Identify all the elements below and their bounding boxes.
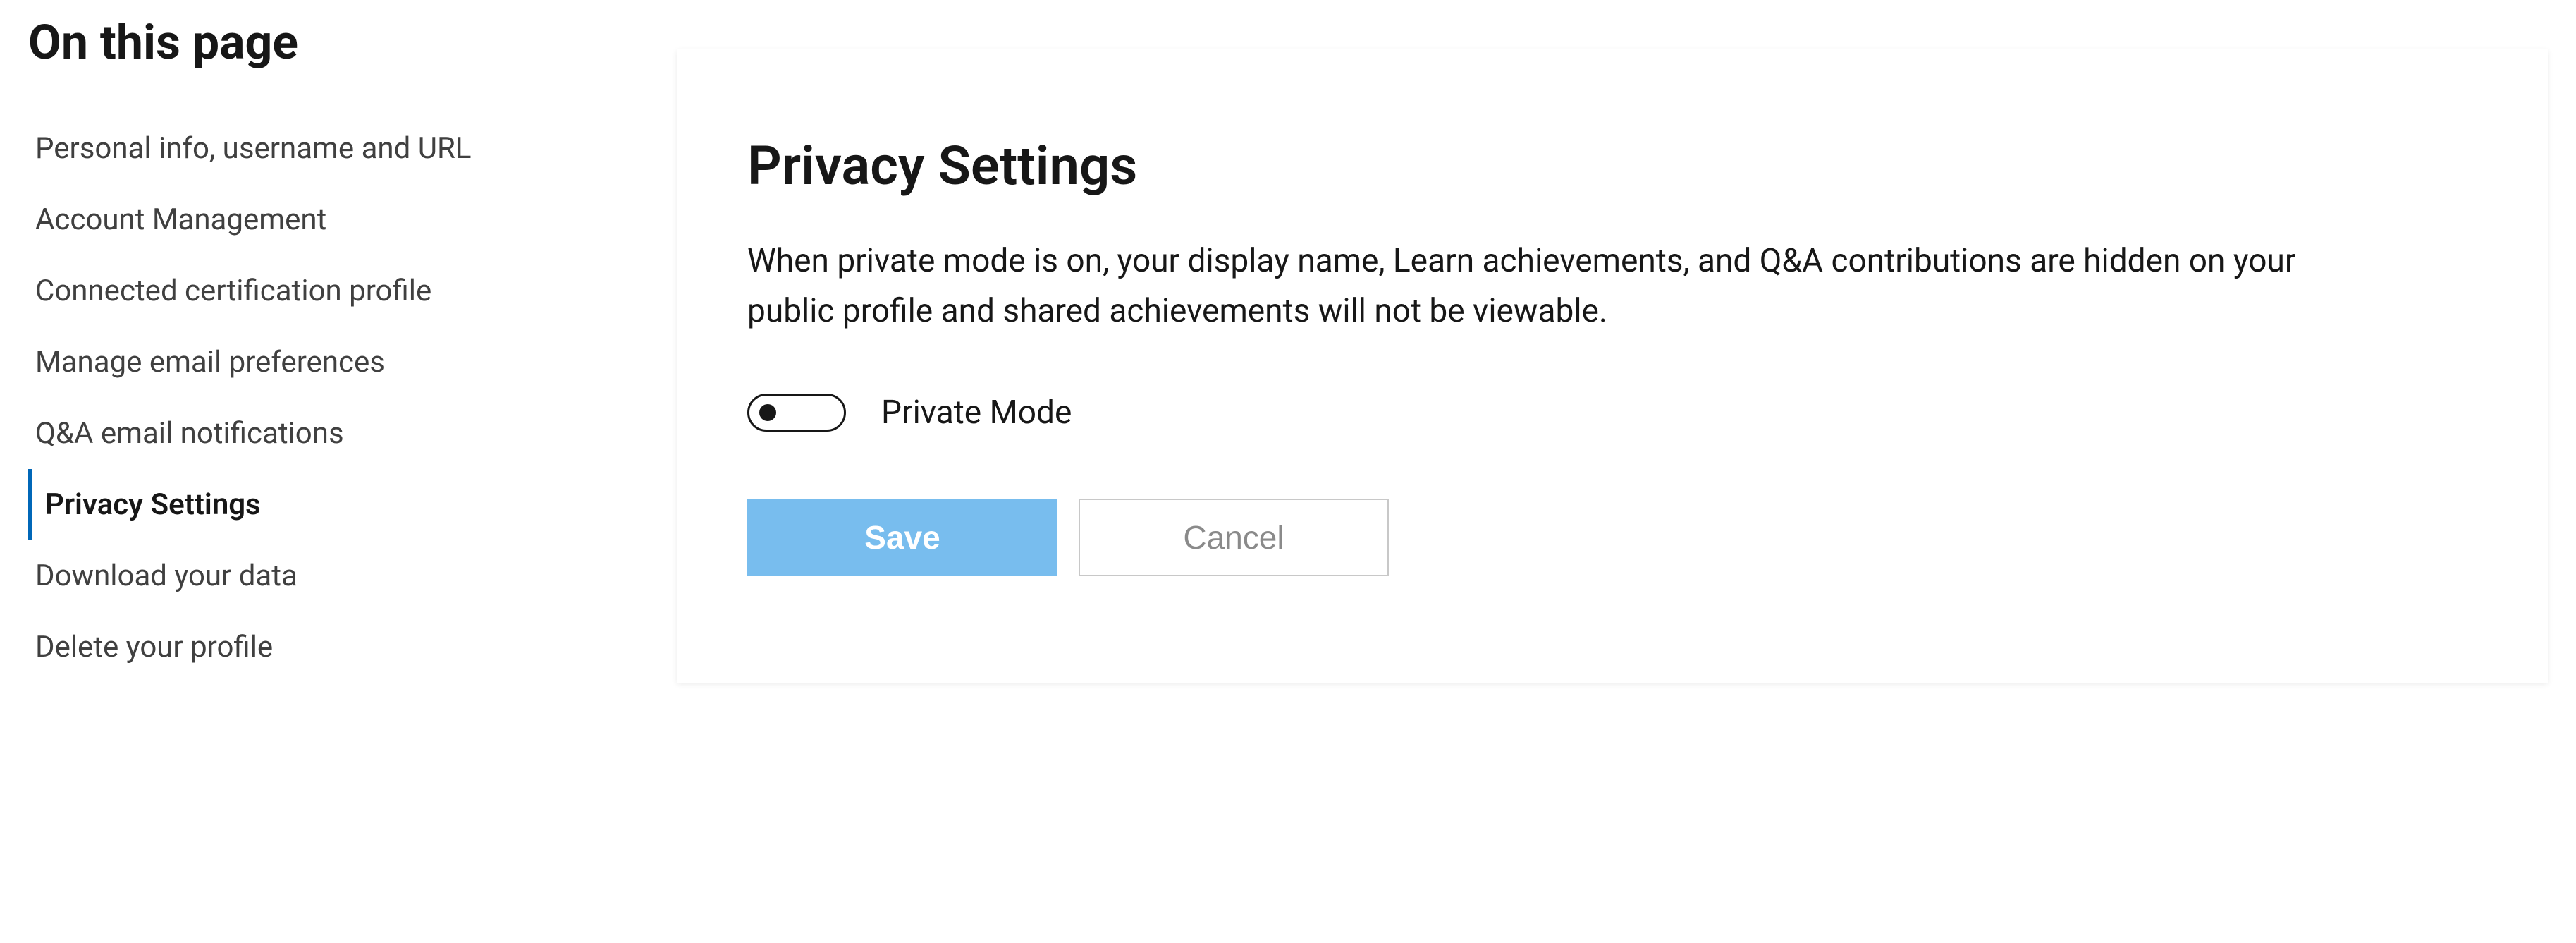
sidebar: On this page Personal info, username and… — [28, 14, 634, 683]
toggle-knob — [759, 404, 776, 421]
button-row: Save Cancel — [747, 499, 2477, 576]
settings-card: Privacy Settings When private mode is on… — [677, 49, 2548, 683]
sidebar-item-qa-notifications[interactable]: Q&A email notifications — [28, 398, 634, 469]
sidebar-nav: Personal info, username and URL Account … — [28, 113, 634, 683]
save-button[interactable]: Save — [747, 499, 1057, 576]
sidebar-item-download-data[interactable]: Download your data — [28, 540, 634, 612]
private-mode-label: Private Mode — [881, 394, 1072, 432]
sidebar-item-personal-info[interactable]: Personal info, username and URL — [28, 113, 634, 184]
card-title: Privacy Settings — [747, 134, 2477, 197]
sidebar-item-email-preferences[interactable]: Manage email preferences — [28, 327, 634, 398]
private-mode-toggle[interactable] — [747, 394, 846, 432]
sidebar-item-account-management[interactable]: Account Management — [28, 184, 634, 255]
sidebar-item-certification-profile[interactable]: Connected certification profile — [28, 255, 634, 327]
sidebar-item-delete-profile[interactable]: Delete your profile — [28, 612, 634, 683]
cancel-button[interactable]: Cancel — [1079, 499, 1389, 576]
sidebar-heading: On this page — [28, 14, 634, 71]
sidebar-item-privacy-settings[interactable]: Privacy Settings — [28, 469, 634, 540]
private-mode-row: Private Mode — [747, 394, 2477, 432]
card-description: When private mode is on, your display na… — [747, 236, 2369, 337]
